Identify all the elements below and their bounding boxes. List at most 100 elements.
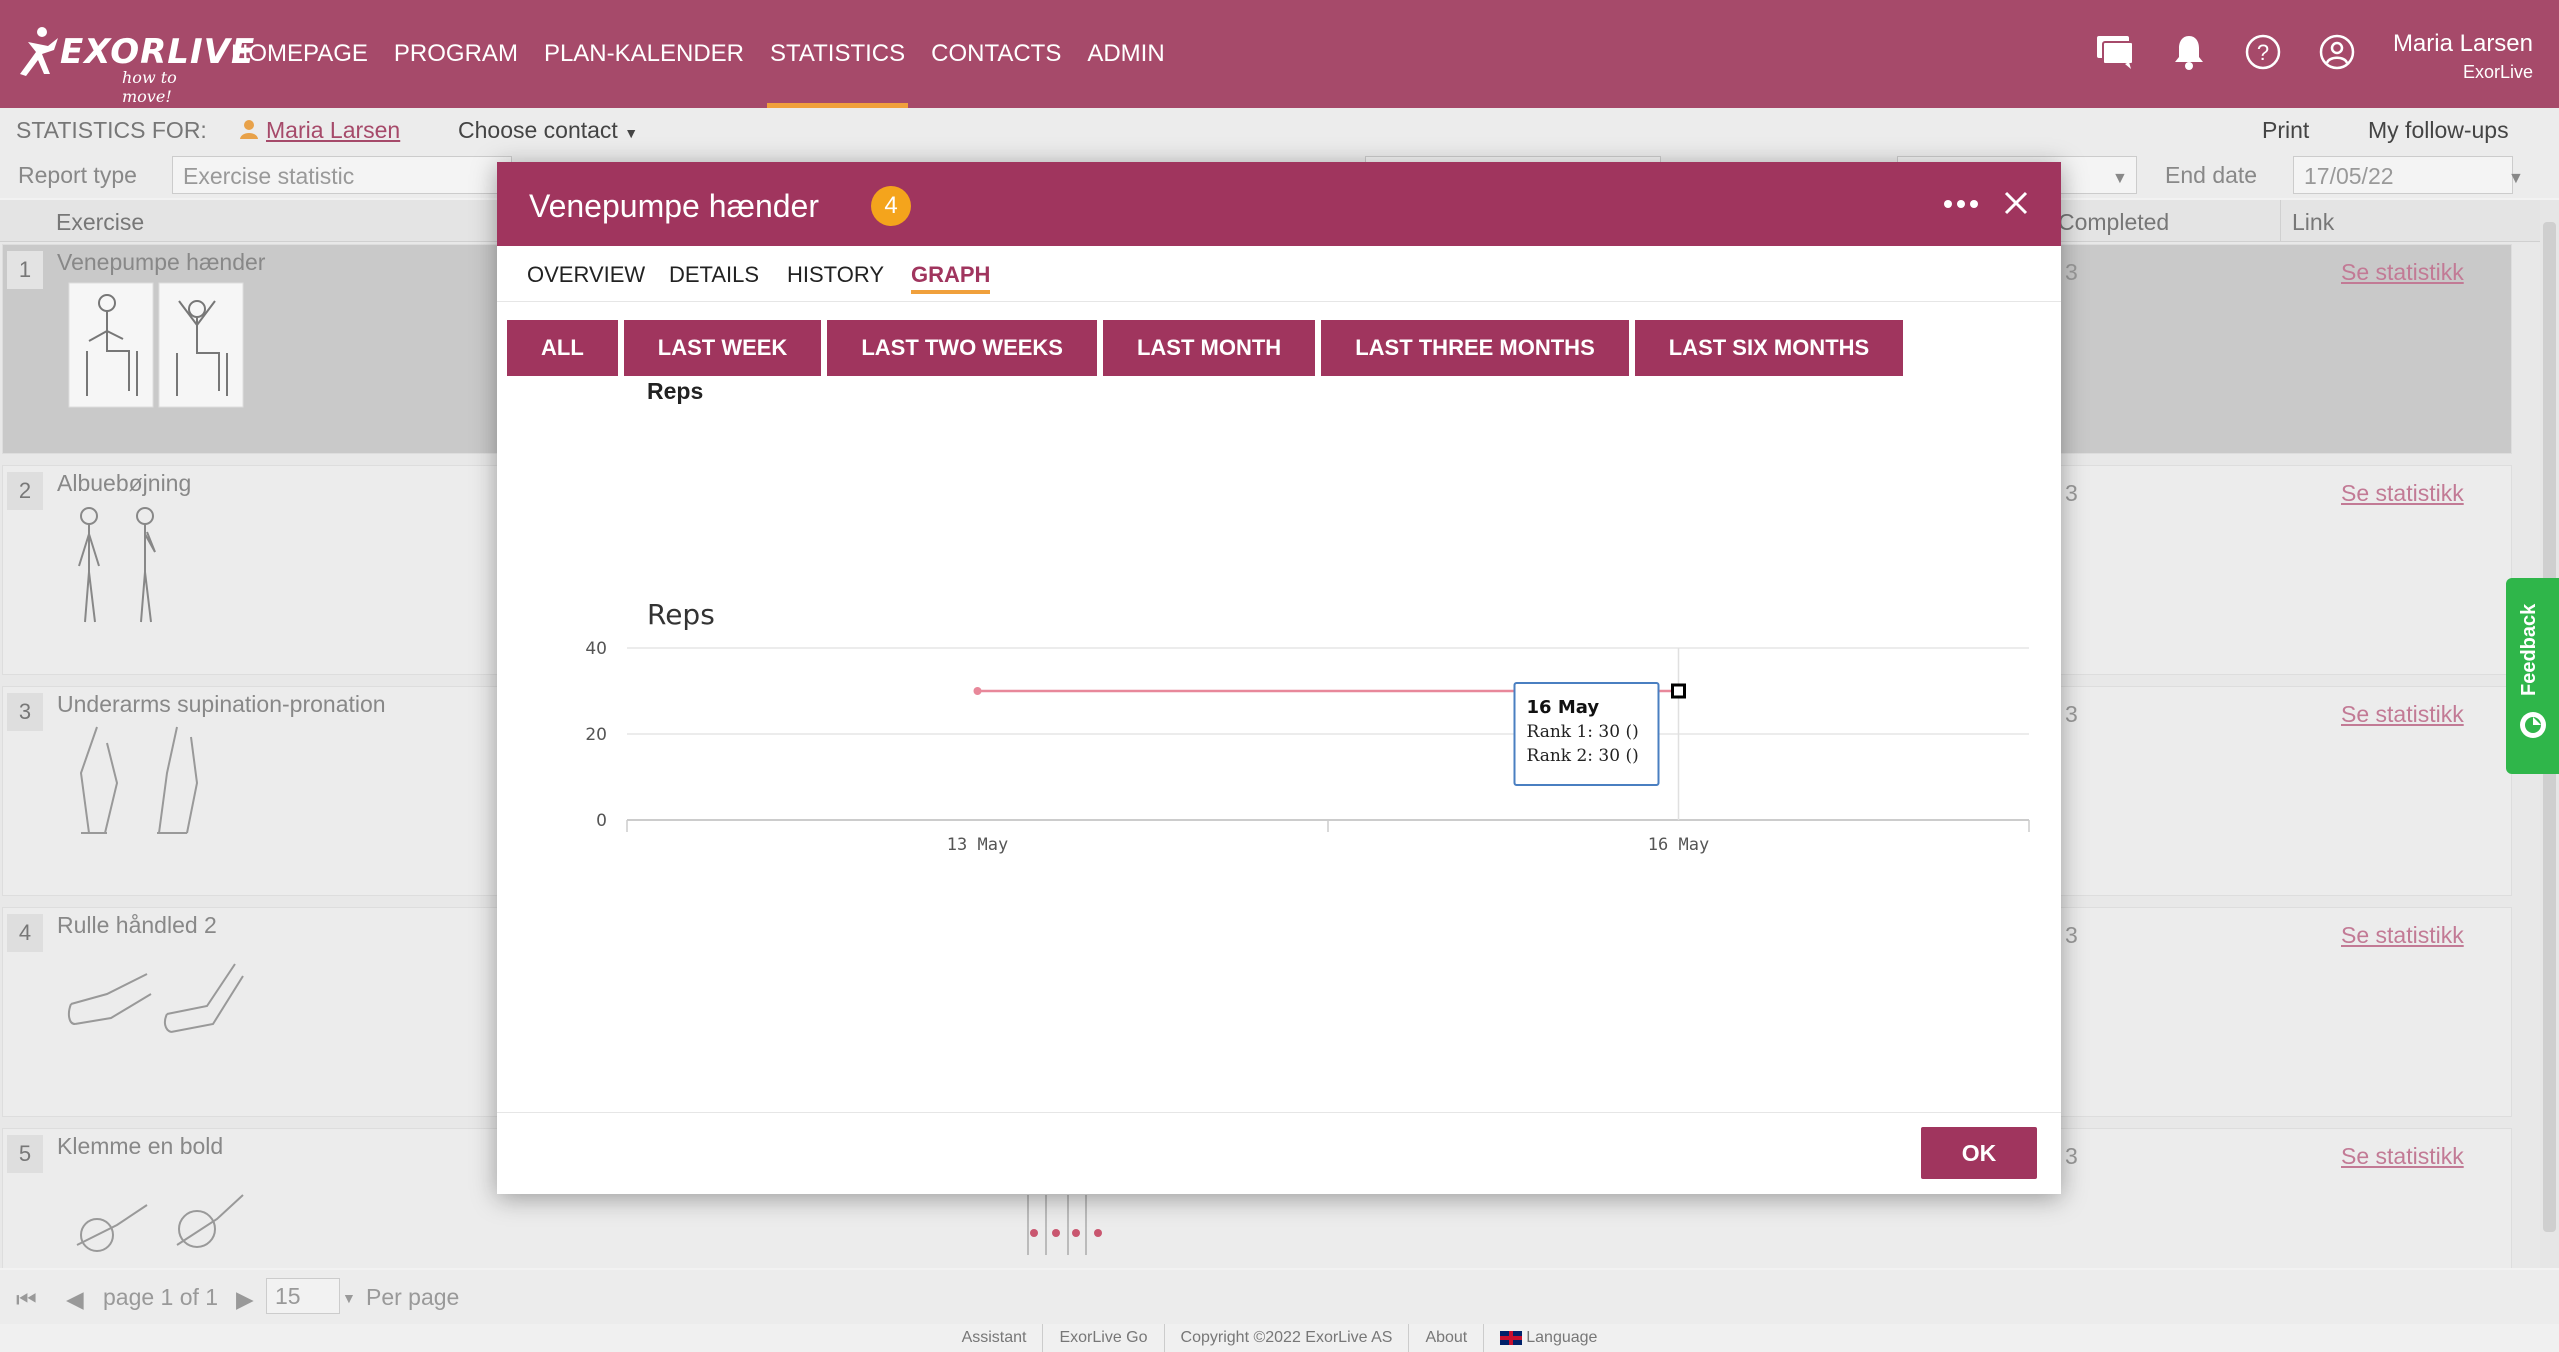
y-tick-label: 40 bbox=[585, 639, 607, 659]
feedback-tab[interactable]: Feedback bbox=[2506, 578, 2559, 774]
pager: ⏮ ◀ page 1 of 1 ▶ 15 ▼ Per page bbox=[0, 1270, 2559, 1324]
caret-down-icon[interactable]: ▼ bbox=[342, 1290, 356, 1306]
see-statistics-link[interactable]: Se statistikk bbox=[2341, 480, 2464, 507]
statistics-for-label: STATISTICS FOR: bbox=[16, 117, 207, 143]
x-tick-label: 16 May bbox=[1648, 835, 1709, 855]
exercise-statistics-dialog: Venepumpe hænder 4 OVERVIEW DETAILS HIST… bbox=[497, 162, 2061, 1194]
exercise-name: Albuebøjning bbox=[57, 470, 192, 496]
caret-down-icon: ▼ bbox=[624, 125, 639, 141]
dialog-title: Venepumpe hænder bbox=[529, 188, 819, 224]
column-divider bbox=[2280, 200, 2281, 242]
time-range-buttons: ALL LAST WEEK LAST TWO WEEKS LAST MONTH … bbox=[507, 320, 1904, 376]
tab-details[interactable]: DETAILS bbox=[669, 262, 759, 288]
footer-language-link[interactable]: Language bbox=[1483, 1324, 1613, 1352]
user-info[interactable]: Maria Larsen ExorLive bbox=[2393, 30, 2533, 83]
report-type-label: Report type bbox=[18, 162, 137, 188]
footer-copyright: Copyright ©2022 ExorLive AS bbox=[1163, 1324, 1409, 1352]
page-size-select[interactable]: 15 bbox=[266, 1278, 340, 1314]
y-tick-label: 0 bbox=[596, 811, 607, 831]
page-indicator: page 1 of 1 bbox=[103, 1284, 219, 1310]
report-type-select[interactable]: Exercise statistic bbox=[172, 156, 512, 194]
end-date-label: End date bbox=[2165, 162, 2258, 188]
chat-icon[interactable] bbox=[2093, 30, 2137, 74]
count-badge: 4 bbox=[871, 186, 911, 226]
nav-homepage[interactable]: HOMEPAGE bbox=[218, 0, 381, 108]
tab-overview[interactable]: OVERVIEW bbox=[527, 262, 645, 288]
completed-count: 3 bbox=[2065, 922, 2078, 948]
my-follow-ups-button[interactable]: My follow-ups bbox=[2368, 117, 2509, 144]
ok-button[interactable]: OK bbox=[1921, 1127, 2037, 1179]
range-last-two-weeks-button[interactable]: LAST TWO WEEKS bbox=[827, 320, 1097, 376]
end-date-field[interactable]: 17/05/22 bbox=[2293, 156, 2513, 194]
tab-history[interactable]: HISTORY bbox=[787, 262, 884, 288]
footer-assistant-link[interactable]: Assistant bbox=[946, 1324, 1043, 1352]
main-nav: HOMEPAGE PROGRAM PLAN-KALENDER STATISTIC… bbox=[218, 0, 1178, 108]
dialog-footer: OK bbox=[497, 1112, 2061, 1194]
user-profile-icon[interactable] bbox=[2315, 30, 2359, 74]
range-last-six-months-button[interactable]: LAST SIX MONTHS bbox=[1634, 320, 1904, 376]
see-statistics-link[interactable]: Se statistikk bbox=[2341, 701, 2464, 728]
exercise-illustration bbox=[1027, 1195, 1102, 1255]
dialog-header: Venepumpe hænder 4 bbox=[497, 162, 2061, 246]
close-icon[interactable] bbox=[2001, 188, 2031, 218]
contact-name-link[interactable]: Maria Larsen bbox=[238, 117, 400, 144]
print-button[interactable]: Print bbox=[2262, 117, 2309, 144]
nav-program[interactable]: PROGRAM bbox=[381, 0, 531, 108]
help-icon[interactable]: ? bbox=[2241, 30, 2285, 74]
reps-line-chart: Reps 0 20 40 13 May 16 May 16 May Rank 1: 30 (… bbox=[585, 598, 2030, 855]
exercise-illustration bbox=[78, 507, 156, 623]
see-statistics-link[interactable]: Se statistikk bbox=[2341, 259, 2464, 286]
caret-down-icon[interactable]: ▼ bbox=[2112, 170, 2128, 188]
nav-plan-kalender[interactable]: PLAN-KALENDER bbox=[531, 0, 757, 108]
previous-page-icon[interactable]: ◀ bbox=[66, 1286, 84, 1313]
first-page-icon[interactable]: ⏮ bbox=[16, 1286, 37, 1313]
bell-icon[interactable] bbox=[2167, 30, 2211, 74]
chart-title: Reps bbox=[647, 598, 715, 631]
choose-contact-label: Choose contact bbox=[458, 117, 618, 143]
exercise-illustration bbox=[68, 282, 244, 408]
tab-graph[interactable]: GRAPH bbox=[911, 262, 991, 294]
range-last-month-button[interactable]: LAST MONTH bbox=[1102, 320, 1316, 376]
nav-admin[interactable]: ADMIN bbox=[1074, 0, 1177, 108]
completed-count: 3 bbox=[2065, 1143, 2078, 1169]
tooltip-line: Rank 1: 30 () bbox=[1527, 722, 1639, 742]
exercise-name: Underarms supination-pronation bbox=[57, 691, 386, 717]
logo-tagline: how to move! bbox=[122, 68, 177, 106]
column-header-completed[interactable]: Completed bbox=[2058, 209, 2169, 236]
user-name: Maria Larsen bbox=[2392, 30, 2533, 57]
feedback-icon bbox=[2520, 712, 2546, 738]
more-options-icon[interactable] bbox=[1941, 194, 1981, 214]
range-all-button[interactable]: ALL bbox=[507, 320, 618, 376]
choose-contact-dropdown[interactable]: Choose contact ▼ bbox=[458, 117, 638, 144]
uk-flag-icon bbox=[1500, 1330, 1523, 1345]
statistics-for-bar: STATISTICS FOR: Maria Larsen Choose cont… bbox=[0, 108, 2559, 152]
nav-statistics[interactable]: STATISTICS bbox=[757, 0, 918, 108]
completed-count: 3 bbox=[2065, 480, 2078, 506]
feedback-label: Feedback bbox=[2518, 603, 2540, 696]
exercise-illustration bbox=[76, 1194, 244, 1252]
exorlive-logo[interactable]: EXORLIVE how to move! bbox=[14, 24, 254, 106]
see-statistics-link[interactable]: Se statistikk bbox=[2341, 922, 2464, 949]
range-last-week-button[interactable]: LAST WEEK bbox=[623, 320, 822, 376]
exercise-name: Klemme en bold bbox=[57, 1133, 224, 1159]
user-organization: ExorLive bbox=[2462, 62, 2533, 82]
data-point bbox=[973, 687, 982, 695]
next-page-icon[interactable]: ▶ bbox=[236, 1286, 254, 1313]
exercise-name: Venepumpe hænder bbox=[57, 249, 266, 275]
completed-count: 3 bbox=[2065, 259, 2078, 285]
row-number: 1 bbox=[7, 251, 43, 289]
range-last-three-months-button[interactable]: LAST THREE MONTHS bbox=[1321, 320, 1629, 376]
footer-exorlive-go-link[interactable]: ExorLive Go bbox=[1042, 1324, 1163, 1352]
exercise-name: Rulle håndled 2 bbox=[57, 912, 217, 938]
nav-contacts[interactable]: CONTACTS bbox=[918, 0, 1074, 108]
tooltip-line: Rank 2: 30 () bbox=[1527, 746, 1639, 766]
column-header-link[interactable]: Link bbox=[2292, 209, 2334, 236]
caret-down-icon[interactable]: ▼ bbox=[2508, 170, 2524, 188]
footer-about-link[interactable]: About bbox=[1408, 1324, 1483, 1352]
column-header-exercise[interactable]: Exercise bbox=[56, 209, 144, 236]
see-statistics-link[interactable]: Se statistikk bbox=[2341, 1143, 2464, 1170]
row-number: 5 bbox=[7, 1135, 43, 1173]
graph-subtitle: Reps bbox=[647, 378, 704, 404]
completed-count: 3 bbox=[2065, 701, 2078, 727]
footer: Assistant ExorLive Go Copyright ©2022 Ex… bbox=[0, 1324, 2559, 1352]
